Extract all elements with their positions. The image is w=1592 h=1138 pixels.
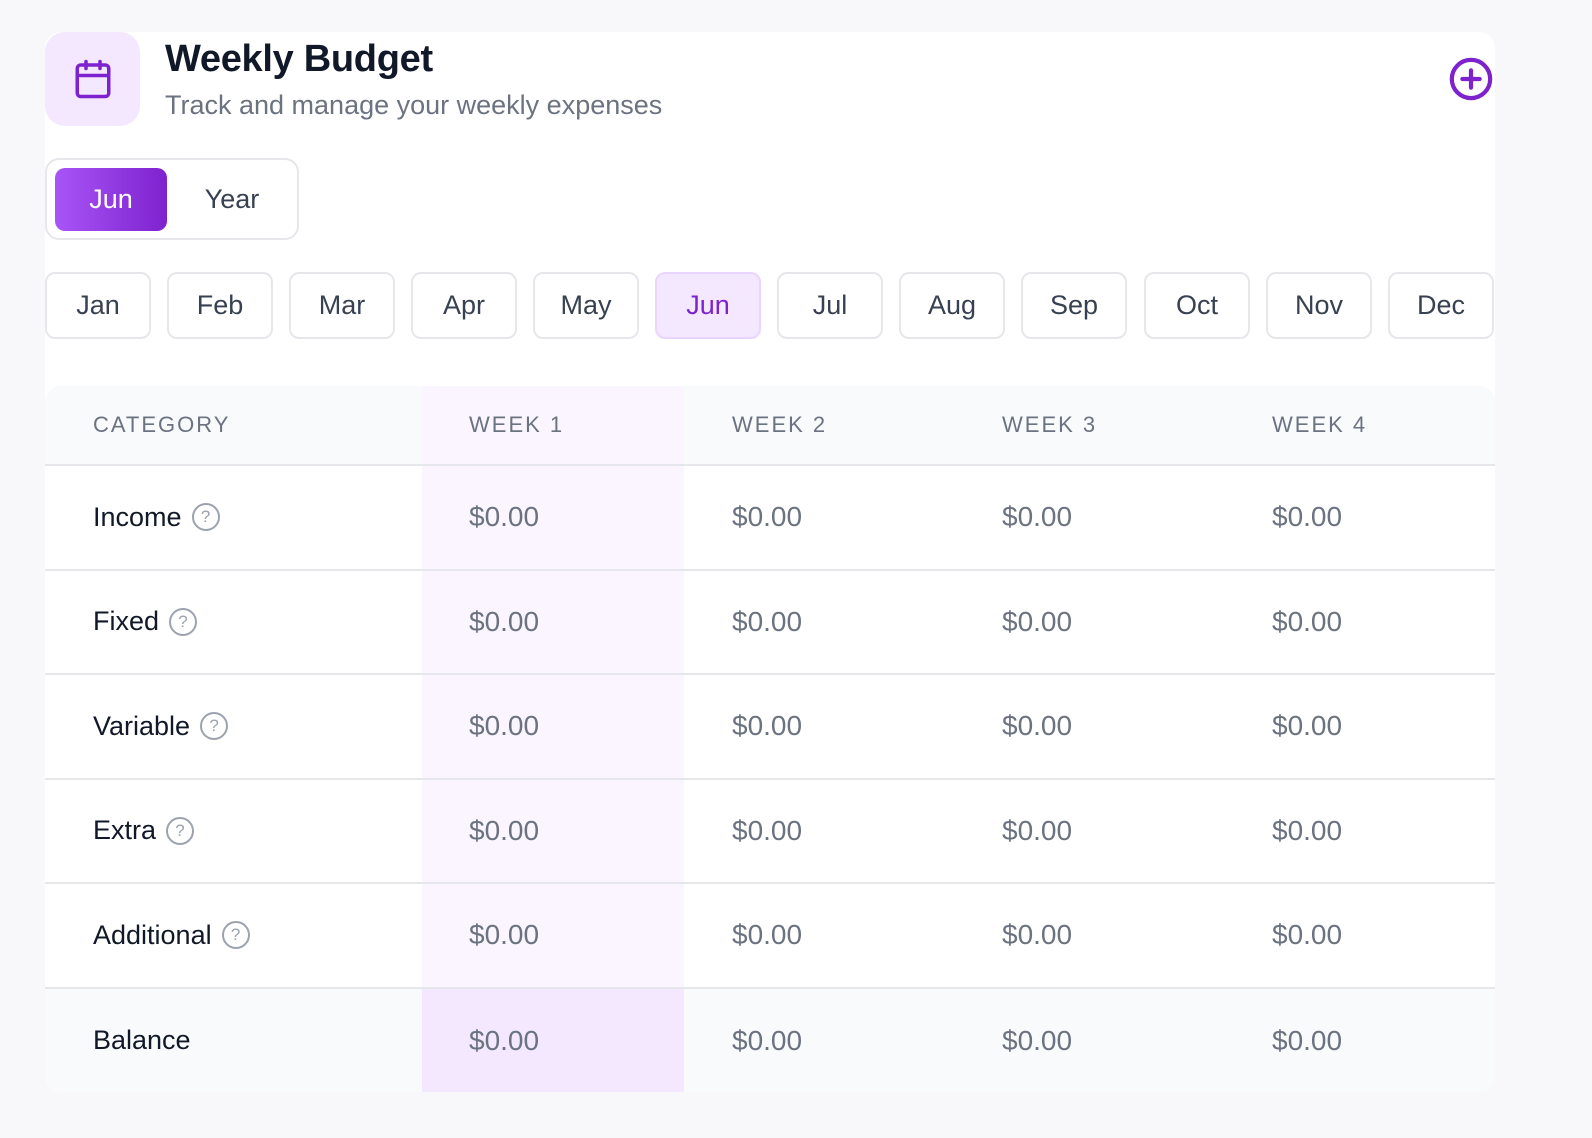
month-jan[interactable]: Jan (45, 272, 151, 339)
toggle-year[interactable]: Year (177, 168, 287, 231)
cell-week-4[interactable]: $0.00 (1272, 675, 1342, 778)
header-category: CATEGORY (93, 412, 231, 437)
cell-week-3[interactable]: $0.00 (1002, 675, 1072, 778)
cell-week-2[interactable]: $0.00 (732, 466, 802, 569)
calendar-icon (45, 32, 140, 126)
cell-week-2[interactable]: $0.00 (732, 884, 802, 987)
header-week-4: WEEK 4 (1272, 412, 1368, 437)
month-dec[interactable]: Dec (1388, 272, 1494, 339)
cell-week-1[interactable]: $0.00 (469, 884, 539, 987)
help-icon[interactable]: ? (166, 816, 195, 845)
cell-week-3[interactable]: $0.00 (1002, 780, 1072, 883)
table-row-income: Income? $0.00 $0.00 $0.00 $0.00 (45, 466, 1495, 571)
header-week-3: WEEK 3 (1002, 412, 1098, 437)
cell-week-4[interactable]: $0.00 (1272, 466, 1342, 569)
category-label: Variable (93, 710, 191, 741)
cell-week-1[interactable]: $0.00 (469, 780, 539, 883)
toggle-month[interactable]: Jun (55, 168, 167, 231)
month-sep[interactable]: Sep (1021, 272, 1127, 339)
weekly-budget-card: Weekly Budget Track and manage your week… (45, 32, 1495, 1092)
table-row-balance: Balance $0.00 $0.00 $0.00 $0.00 (45, 988, 1495, 1092)
table-row-additional: Additional? $0.00 $0.00 $0.00 $0.00 (45, 884, 1495, 989)
help-icon[interactable]: ? (191, 503, 220, 532)
table-row-extra: Extra? $0.00 $0.00 $0.00 $0.00 (45, 780, 1495, 884)
budget-table: CATEGORY WEEK 1 WEEK 2 WEEK 3 WEEK 4 Inc… (45, 386, 1495, 1092)
month-selector: Jan Feb Mar Apr May Jun Jul Aug Sep Oct … (45, 272, 1495, 339)
help-icon[interactable]: ? (169, 607, 198, 636)
view-toggle: Jun Year (45, 158, 299, 240)
month-nov[interactable]: Nov (1266, 272, 1372, 339)
cell-week-2[interactable]: $0.00 (732, 780, 802, 883)
page-subtitle: Track and manage your weekly expenses (165, 90, 663, 120)
plus-circle-icon (1449, 57, 1493, 101)
cell-week-4[interactable]: $0.00 (1272, 884, 1342, 987)
category-label: Additional (93, 919, 212, 950)
cell-week-1: $0.00 (469, 1024, 540, 1056)
cell-week-2[interactable]: $0.00 (732, 571, 802, 674)
page-title: Weekly Budget (165, 38, 433, 80)
cell-week-4: $0.00 (1272, 1024, 1343, 1056)
cell-week-3[interactable]: $0.00 (1002, 571, 1072, 674)
table-row-fixed: Fixed? $0.00 $0.00 $0.00 $0.00 (45, 571, 1495, 675)
category-label: Income (93, 501, 182, 532)
month-may[interactable]: May (533, 272, 639, 339)
cell-week-3[interactable]: $0.00 (1002, 884, 1072, 987)
cell-week-1[interactable]: $0.00 (469, 466, 539, 569)
category-label: Fixed (93, 606, 160, 637)
cell-week-1[interactable]: $0.00 (469, 571, 539, 674)
month-feb[interactable]: Feb (167, 272, 273, 339)
month-jun[interactable]: Jun (655, 272, 761, 339)
header-week-2: WEEK 2 (732, 412, 828, 437)
cell-week-2: $0.00 (732, 1024, 803, 1056)
cell-week-3[interactable]: $0.00 (1002, 466, 1072, 569)
add-button[interactable] (1448, 56, 1494, 102)
header-week-1: WEEK 1 (469, 412, 565, 437)
category-label: Balance (93, 1025, 191, 1056)
month-mar[interactable]: Mar (289, 272, 395, 339)
month-oct[interactable]: Oct (1144, 272, 1250, 339)
month-aug[interactable]: Aug (899, 272, 1005, 339)
cell-week-2[interactable]: $0.00 (732, 675, 802, 778)
cell-week-4[interactable]: $0.00 (1272, 780, 1342, 883)
cell-week-3: $0.00 (1002, 1024, 1073, 1056)
help-icon[interactable]: ? (200, 712, 229, 741)
table-header: CATEGORY WEEK 1 WEEK 2 WEEK 3 WEEK 4 (45, 386, 1495, 466)
help-icon[interactable]: ? (221, 921, 250, 950)
category-label: Extra (93, 815, 157, 846)
table-row-variable: Variable? $0.00 $0.00 $0.00 $0.00 (45, 675, 1495, 780)
month-apr[interactable]: Apr (411, 272, 517, 339)
month-jul[interactable]: Jul (777, 272, 883, 339)
cell-week-1[interactable]: $0.00 (469, 675, 539, 778)
cell-week-4[interactable]: $0.00 (1272, 571, 1342, 674)
